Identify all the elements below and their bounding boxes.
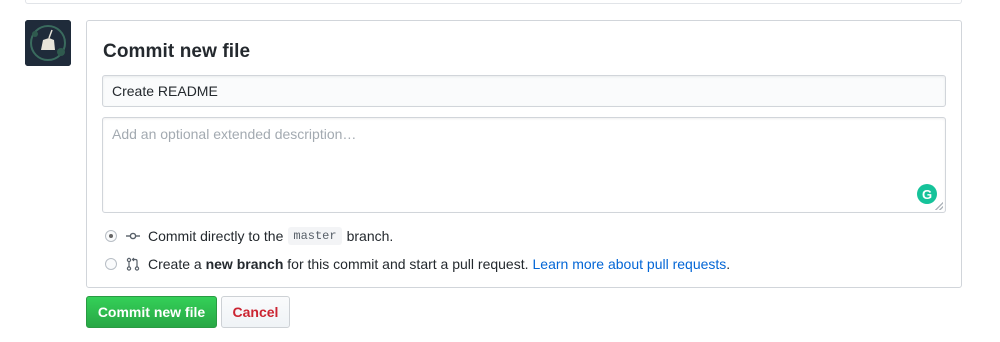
grammarly-icon[interactable]: G: [917, 184, 937, 204]
commit-form-title: Commit new file: [103, 41, 251, 62]
commit-description-box: G: [102, 117, 946, 213]
previous-section-box: [25, 0, 962, 4]
learn-more-pull-requests-link[interactable]: Learn more about pull requests: [533, 256, 727, 272]
avatar-image: [25, 20, 71, 66]
commit-description-textarea[interactable]: [103, 118, 945, 212]
new-branch-radio[interactable]: [105, 258, 117, 270]
new-branch-prefix: Create a: [148, 256, 202, 272]
new-branch-suffix: for this commit and start a pull request…: [287, 256, 529, 272]
commit-direct-suffix: branch.: [346, 228, 394, 244]
link-period: .: [726, 256, 731, 272]
git-commit-icon: [126, 232, 140, 240]
new-branch-option[interactable]: Create a new branch for this commit and …: [105, 254, 730, 274]
commit-summary-input[interactable]: [102, 75, 946, 107]
commit-direct-radio[interactable]: [105, 230, 117, 242]
new-branch-emphasis: new branch: [205, 256, 284, 272]
branch-name-code: master: [288, 227, 342, 245]
resize-handle[interactable]: [935, 202, 943, 210]
commit-direct-text: Commit directly to the: [148, 228, 284, 244]
git-pull-request-icon: [126, 257, 140, 271]
cancel-button[interactable]: Cancel: [221, 296, 290, 328]
commit-new-file-button[interactable]: Commit new file: [86, 296, 217, 328]
user-avatar[interactable]: [25, 20, 71, 66]
commit-direct-option[interactable]: Commit directly to the master branch.: [105, 226, 393, 246]
commit-form-panel: Commit new file G Commit directly to the…: [86, 20, 962, 288]
radio-selected-dot: [109, 234, 113, 238]
